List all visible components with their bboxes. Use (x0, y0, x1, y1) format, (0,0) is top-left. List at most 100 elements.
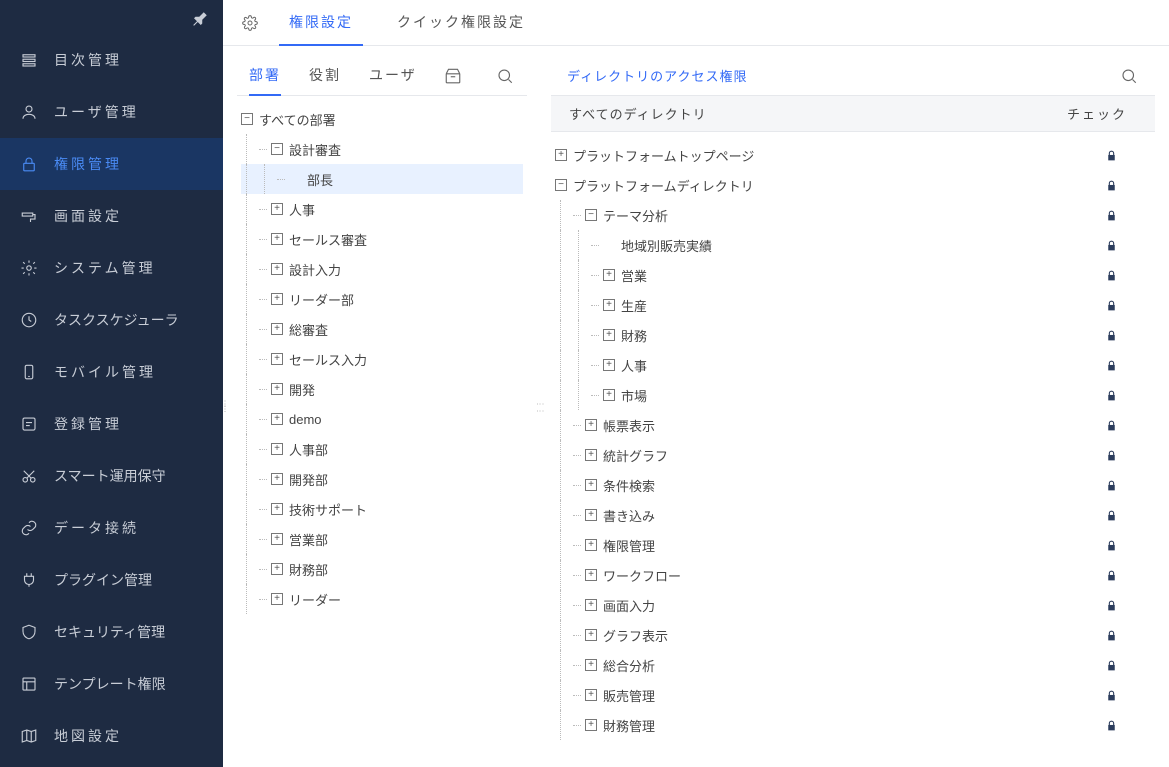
tree-row[interactable]: +財務部 (241, 554, 523, 584)
expander-icon[interactable]: + (271, 503, 283, 515)
expander-icon[interactable]: + (271, 233, 283, 245)
expander-icon[interactable]: + (271, 353, 283, 365)
tree-row[interactable]: +営業 (555, 260, 1151, 290)
lock-icon[interactable] (1081, 509, 1141, 522)
expander-icon[interactable]: − (555, 179, 567, 191)
tree-row[interactable]: +開発部 (241, 464, 523, 494)
lock-icon[interactable] (1081, 659, 1141, 672)
sidebar-item-2[interactable]: 権限管理 (0, 138, 223, 190)
expander-icon[interactable]: + (271, 293, 283, 305)
lock-icon[interactable] (1081, 479, 1141, 492)
tree-row[interactable]: +総合分析 (555, 650, 1151, 680)
tree-row[interactable]: −設計審査 (241, 134, 523, 164)
search-icon[interactable] (495, 66, 515, 86)
tree-row[interactable]: +demo (241, 404, 523, 434)
tree-row[interactable]: +書き込み (555, 500, 1151, 530)
tree-row[interactable]: +販売管理 (555, 680, 1151, 710)
gear-icon[interactable] (241, 14, 259, 32)
pane-splitter[interactable]: ⋮⋮ (535, 56, 543, 757)
expander-icon[interactable]: + (603, 269, 615, 281)
expander-icon[interactable]: + (271, 263, 283, 275)
expander-icon[interactable]: + (585, 629, 597, 641)
sidebar-item-12[interactable]: テンプレート権限 (0, 658, 223, 710)
expander-icon[interactable]: + (585, 599, 597, 611)
tree-row[interactable]: −テーマ分析 (555, 200, 1151, 230)
expander-icon[interactable]: + (603, 329, 615, 341)
expander-icon[interactable]: + (271, 563, 283, 575)
lock-icon[interactable] (1081, 569, 1141, 582)
sidebar-item-10[interactable]: プラグイン管理 (0, 554, 223, 606)
tree-row[interactable]: +人事 (241, 194, 523, 224)
expander-icon[interactable]: + (603, 389, 615, 401)
expander-icon[interactable]: + (271, 593, 283, 605)
sidebar-item-9[interactable]: データ接続 (0, 502, 223, 554)
expander-icon[interactable]: + (271, 533, 283, 545)
sidebar-pin[interactable] (0, 0, 223, 34)
left-tab-2[interactable]: ユーザ (369, 56, 417, 96)
lock-icon[interactable] (1081, 359, 1141, 372)
expander-icon[interactable]: + (271, 203, 283, 215)
expander-icon[interactable]: + (271, 323, 283, 335)
sidebar-item-3[interactable]: 画面設定 (0, 190, 223, 242)
tree-row[interactable]: +技術サポート (241, 494, 523, 524)
expander-icon[interactable]: − (585, 209, 597, 221)
lock-icon[interactable] (1081, 329, 1141, 342)
tree-row[interactable]: +統計グラフ (555, 440, 1151, 470)
tree-row[interactable]: +総審査 (241, 314, 523, 344)
tree-row[interactable]: +人事部 (241, 434, 523, 464)
lock-icon[interactable] (1081, 389, 1141, 402)
sidebar-item-1[interactable]: ユーザ管理 (0, 86, 223, 138)
lock-icon[interactable] (1081, 149, 1141, 162)
sidebar-item-0[interactable]: 目次管理 (0, 34, 223, 86)
expander-icon[interactable]: + (585, 419, 597, 431)
tree-row[interactable]: +市場 (555, 380, 1151, 410)
expander-icon[interactable]: − (271, 143, 283, 155)
tree-row[interactable]: +開発 (241, 374, 523, 404)
expander-icon[interactable]: + (271, 383, 283, 395)
sidebar-item-8[interactable]: スマート運用保守 (0, 450, 223, 502)
tree-row[interactable]: +財務管理 (555, 710, 1151, 740)
sidebar-item-7[interactable]: 登録管理 (0, 398, 223, 450)
left-tab-0[interactable]: 部署 (249, 56, 281, 96)
tree-row[interactable]: +権限管理 (555, 530, 1151, 560)
tree-row[interactable]: +財務 (555, 320, 1151, 350)
tree-row[interactable]: −プラットフォームディレクトリ (555, 170, 1151, 200)
tree-row[interactable]: +セールス審査 (241, 224, 523, 254)
sidebar-item-4[interactable]: システム管理 (0, 242, 223, 294)
lock-icon[interactable] (1081, 449, 1141, 462)
expander-icon[interactable]: − (241, 113, 253, 125)
sidebar-item-6[interactable]: モバイル管理 (0, 346, 223, 398)
lock-icon[interactable] (1081, 719, 1141, 732)
expander-icon[interactable]: + (585, 509, 597, 521)
tree-row[interactable]: +リーダー部 (241, 284, 523, 314)
expander-icon[interactable]: + (585, 719, 597, 731)
sidebar-item-5[interactable]: タスクスケジューラ (0, 294, 223, 346)
expander-icon[interactable]: + (585, 539, 597, 551)
tree-row[interactable]: +帳票表示 (555, 410, 1151, 440)
tree-row[interactable]: +条件検索 (555, 470, 1151, 500)
left-tab-1[interactable]: 役割 (309, 56, 341, 96)
expander-icon[interactable]: + (585, 659, 597, 671)
tree-row[interactable]: +セールス入力 (241, 344, 523, 374)
expander-icon[interactable]: + (271, 413, 283, 425)
sidebar-splitter[interactable]: ⋮⋮ (221, 401, 229, 412)
lock-icon[interactable] (1081, 179, 1141, 192)
import-icon[interactable] (443, 66, 463, 86)
expander-icon[interactable]: + (271, 473, 283, 485)
lock-icon[interactable] (1081, 239, 1141, 252)
expander-icon[interactable]: + (585, 479, 597, 491)
tree-row[interactable]: +人事 (555, 350, 1151, 380)
tree-row[interactable]: +グラフ表示 (555, 620, 1151, 650)
expander-icon[interactable]: + (603, 359, 615, 371)
expander-icon[interactable]: + (603, 299, 615, 311)
lock-icon[interactable] (1081, 419, 1141, 432)
expander-icon[interactable]: + (585, 689, 597, 701)
tree-row[interactable]: +画面入力 (555, 590, 1151, 620)
tree-row[interactable]: +営業部 (241, 524, 523, 554)
lock-icon[interactable] (1081, 299, 1141, 312)
lock-icon[interactable] (1081, 599, 1141, 612)
tree-row[interactable]: +生産 (555, 290, 1151, 320)
lock-icon[interactable] (1081, 689, 1141, 702)
sidebar-item-11[interactable]: セキュリティ管理 (0, 606, 223, 658)
expander-icon[interactable]: + (585, 449, 597, 461)
